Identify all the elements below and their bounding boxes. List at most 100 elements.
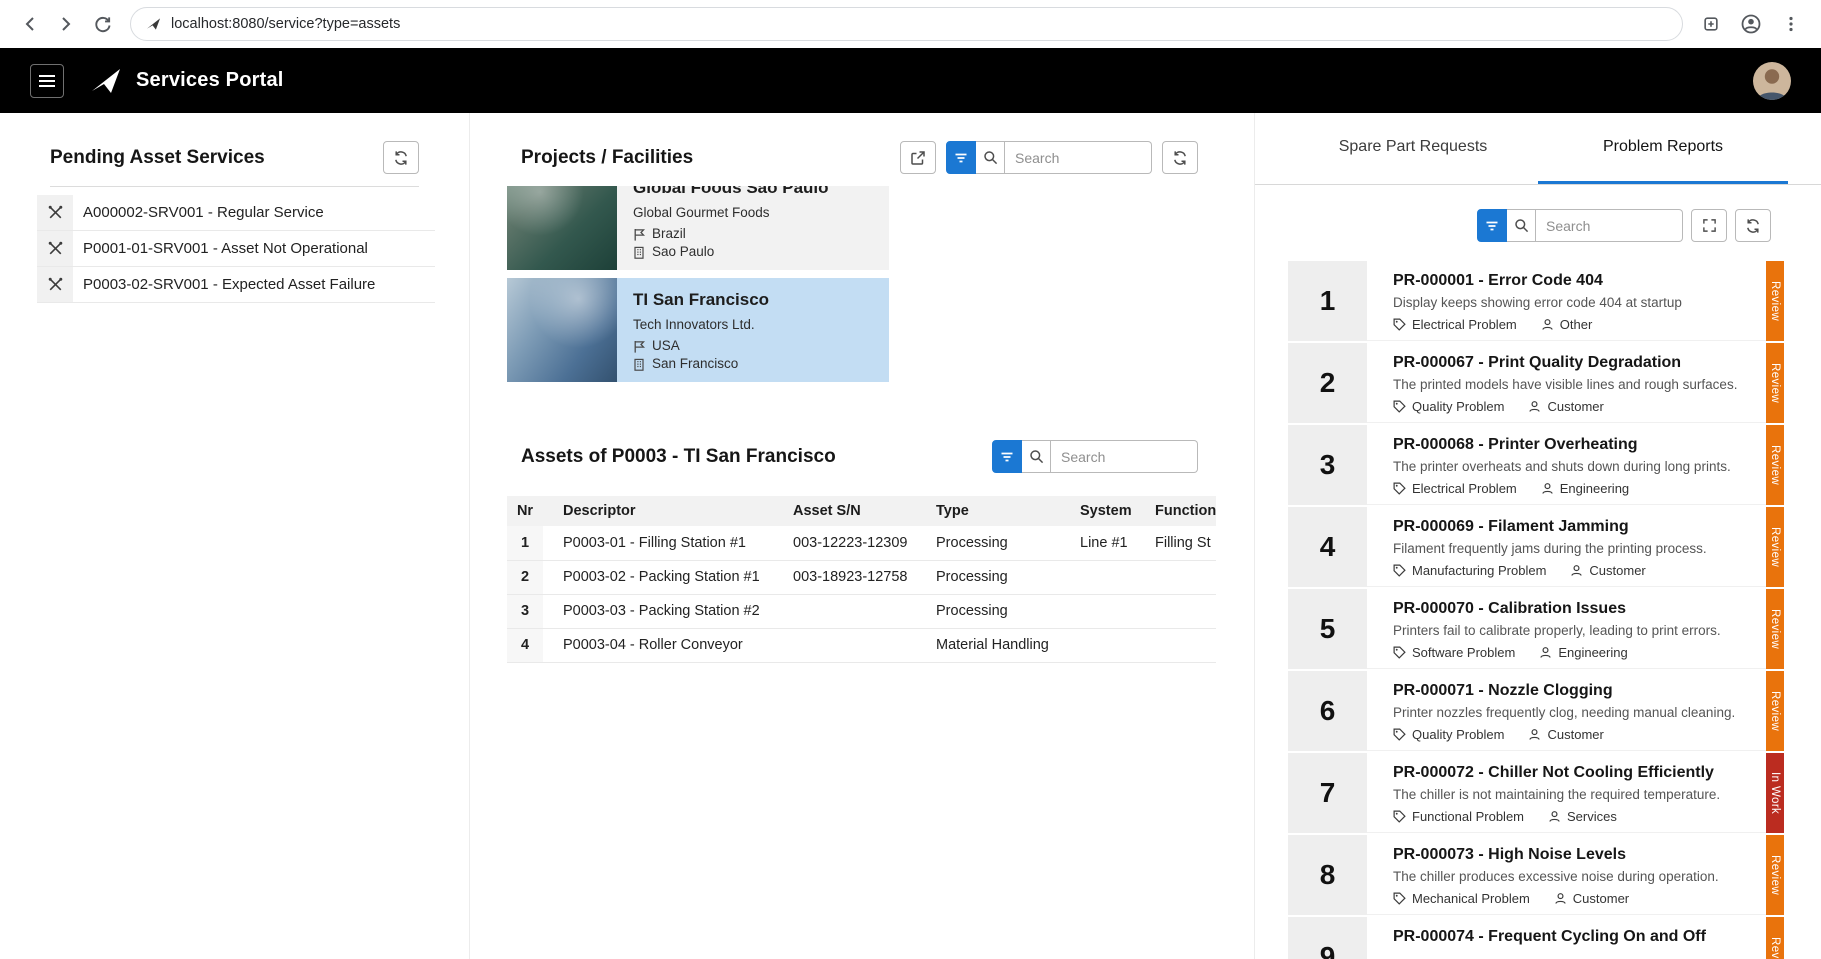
- open-external-icon: [910, 150, 926, 166]
- filter-icon: [954, 151, 968, 165]
- search-icon: [983, 150, 998, 165]
- reports-search-button[interactable]: [1507, 209, 1536, 242]
- pending-refresh-button[interactable]: [383, 141, 419, 174]
- pending-services-panel: Pending Asset Services: [0, 113, 470, 959]
- assets-column-header: Nr: [507, 496, 543, 526]
- extensions-button[interactable]: [1693, 6, 1729, 42]
- menu-toggle-button[interactable]: [30, 64, 64, 98]
- assets-filter-button[interactable]: [992, 440, 1022, 473]
- report-description: Printers fail to calibrate properly, lea…: [1393, 623, 1758, 638]
- list-item[interactable]: 6 PR-000071 - Nozzle Clogging Printer no…: [1288, 671, 1784, 751]
- asset-nr: 1: [507, 526, 543, 560]
- report-number: 5: [1288, 589, 1367, 669]
- asset-serial: [773, 594, 916, 628]
- browser-refresh-button[interactable]: [84, 6, 120, 42]
- asset-nr: 2: [507, 560, 543, 594]
- audience-icon: [1570, 564, 1583, 577]
- reports-panel: Spare Part Requests Problem Reports: [1254, 113, 1821, 959]
- tag-icon: [1393, 564, 1406, 577]
- list-item[interactable]: 9 PR-000074 - Frequent Cycling On and Of…: [1288, 917, 1784, 959]
- report-number: 2: [1288, 343, 1367, 423]
- expand-icon: [1702, 218, 1717, 233]
- list-item[interactable]: 1 PR-000001 - Error Code 404 Display kee…: [1288, 261, 1784, 341]
- list-item[interactable]: 5 PR-000070 - Calibration Issues Printer…: [1288, 589, 1784, 669]
- assets-column-header: Function: [1135, 496, 1216, 526]
- report-audience: Other: [1560, 317, 1593, 332]
- projects-filter-button[interactable]: [946, 141, 976, 174]
- report-audience: Customer: [1547, 727, 1603, 742]
- status-badge: Review: [1766, 589, 1784, 669]
- pending-service-item[interactable]: A000002-SRV001 - Regular Service: [37, 195, 435, 231]
- building-icon: [633, 246, 645, 259]
- table-row[interactable]: 4 P0003-04 - Roller Conveyor Material Ha…: [507, 628, 1216, 662]
- report-audience: Engineering: [1558, 645, 1627, 660]
- pending-service-item[interactable]: P0003-02-SRV001 - Expected Asset Failure: [37, 267, 435, 303]
- tag-icon: [1393, 400, 1406, 413]
- reports-refresh-button[interactable]: [1735, 209, 1771, 242]
- tab-problem-reports[interactable]: Problem Reports: [1538, 113, 1788, 184]
- tab-spare-part-requests[interactable]: Spare Part Requests: [1288, 113, 1538, 184]
- facilities-card-list: Global Foods Sao Paulo Global Gourmet Fo…: [507, 186, 889, 384]
- table-row[interactable]: 2 P0003-02 - Packing Station #1 003-1892…: [507, 560, 1216, 594]
- assets-search-button[interactable]: [1022, 440, 1051, 473]
- report-audience: Engineering: [1560, 481, 1629, 496]
- projects-search-input[interactable]: [1005, 141, 1152, 174]
- browser-menu-button[interactable]: [1773, 6, 1809, 42]
- asset-function: [1135, 628, 1216, 662]
- list-item[interactable]: 2 PR-000067 - Print Quality Degradation …: [1288, 343, 1784, 423]
- report-description: The printed models have visible lines an…: [1393, 377, 1758, 392]
- flag-icon: [633, 340, 645, 353]
- user-avatar[interactable]: [1753, 62, 1791, 100]
- asset-function: [1135, 594, 1216, 628]
- projects-title: Projects / Facilities: [521, 147, 693, 169]
- list-item[interactable]: 3 PR-000068 - Printer Overheating The pr…: [1288, 425, 1784, 505]
- facility-card[interactable]: TI San Francisco Tech Innovators Ltd. US…: [507, 278, 889, 382]
- open-external-button[interactable]: [900, 141, 936, 174]
- url-bar[interactable]: localhost:8080/service?type=assets: [130, 7, 1683, 41]
- report-title: PR-000074 - Frequent Cycling On and Off: [1393, 928, 1758, 946]
- kebab-icon: [1782, 15, 1800, 33]
- report-audience: Customer: [1589, 563, 1645, 578]
- assets-table: Nr Descriptor Asset S/N Type System Func…: [507, 496, 1216, 663]
- browser-chrome: localhost:8080/service?type=assets: [0, 0, 1821, 48]
- list-item[interactable]: 4 PR-000069 - Filament Jamming Filament …: [1288, 507, 1784, 587]
- list-item[interactable]: 7 PR-000072 - Chiller Not Cooling Effici…: [1288, 753, 1784, 833]
- asset-type: Processing: [916, 594, 1060, 628]
- asset-function: Filling St: [1135, 526, 1216, 560]
- report-number: 6: [1288, 671, 1367, 751]
- asset-serial: 003-12223-12309: [773, 526, 916, 560]
- browser-profile-button[interactable]: [1733, 6, 1769, 42]
- search-icon: [1029, 449, 1044, 464]
- reports-filter-button[interactable]: [1477, 209, 1507, 242]
- table-row[interactable]: 1 P0003-01 - Filling Station #1 003-1222…: [507, 526, 1216, 560]
- reports-expand-button[interactable]: [1691, 209, 1727, 242]
- back-icon: [20, 14, 40, 34]
- reports-search-input[interactable]: [1536, 209, 1683, 242]
- browser-forward-button[interactable]: [48, 6, 84, 42]
- status-badge: Review: [1766, 425, 1784, 505]
- facility-company: Global Gourmet Foods: [633, 205, 829, 220]
- asset-system: [1060, 594, 1135, 628]
- report-category: Quality Problem: [1412, 399, 1504, 414]
- report-title: PR-000072 - Chiller Not Cooling Efficien…: [1393, 764, 1758, 782]
- pending-services-title: Pending Asset Services: [50, 147, 265, 169]
- report-title: PR-000073 - High Noise Levels: [1393, 846, 1758, 864]
- report-category: Electrical Problem: [1412, 317, 1517, 332]
- projects-search-button[interactable]: [976, 141, 1005, 174]
- site-icon: [147, 18, 161, 30]
- audience-icon: [1528, 400, 1541, 413]
- status-badge: Review: [1766, 671, 1784, 751]
- browser-back-button[interactable]: [12, 6, 48, 42]
- report-category: Software Problem: [1412, 645, 1515, 660]
- projects-refresh-button[interactable]: [1162, 141, 1198, 174]
- list-item[interactable]: 8 PR-000073 - High Noise Levels The chil…: [1288, 835, 1784, 915]
- projects-search-bar: [946, 141, 1152, 174]
- sync-icon: [1172, 150, 1188, 166]
- pending-service-item[interactable]: P0001-01-SRV001 - Asset Not Operational: [37, 231, 435, 267]
- facility-card[interactable]: Global Foods Sao Paulo Global Gourmet Fo…: [507, 186, 889, 270]
- report-description: Display keeps showing error code 404 at …: [1393, 295, 1758, 310]
- table-row[interactable]: 3 P0003-03 - Packing Station #2 Processi…: [507, 594, 1216, 628]
- assets-search-input[interactable]: [1051, 440, 1198, 473]
- facility-title: TI San Francisco: [633, 290, 769, 310]
- assets-column-header: Asset S/N: [773, 496, 916, 526]
